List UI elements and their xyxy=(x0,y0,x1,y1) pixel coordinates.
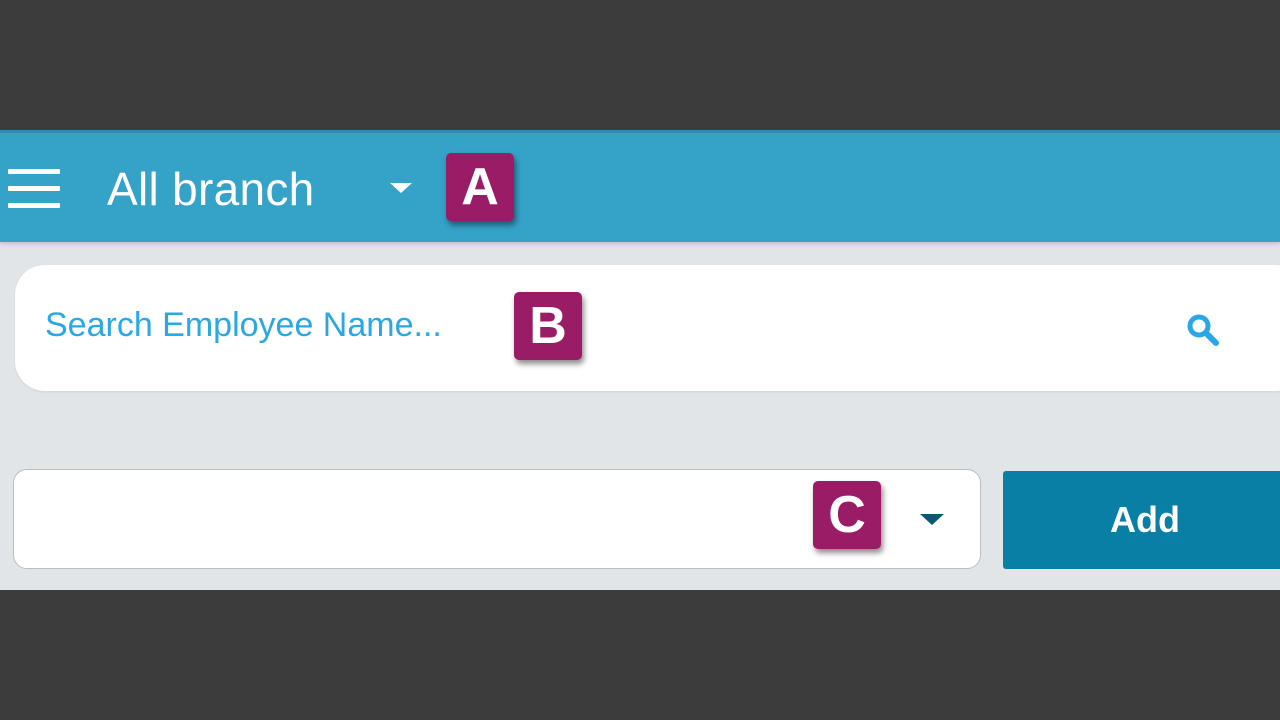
annotation-badge-a: A xyxy=(446,153,514,221)
search-icon[interactable] xyxy=(1185,312,1221,348)
app-bar: All branch A xyxy=(0,130,1280,242)
caret-down-icon[interactable] xyxy=(390,183,412,193)
branch-selector[interactable]: All branch xyxy=(107,163,315,215)
annotation-badge-c: C xyxy=(813,481,881,549)
caret-down-icon[interactable] xyxy=(920,514,944,525)
add-button[interactable]: Add xyxy=(1003,471,1280,569)
search-bar[interactable]: Search Employee Name... xyxy=(15,265,1280,391)
search-input[interactable]: Search Employee Name... xyxy=(45,305,442,345)
app-screen: All branch A Search Employee Name... B C… xyxy=(0,130,1280,590)
annotation-badge-b: B xyxy=(514,292,582,360)
menu-icon[interactable] xyxy=(8,169,60,209)
